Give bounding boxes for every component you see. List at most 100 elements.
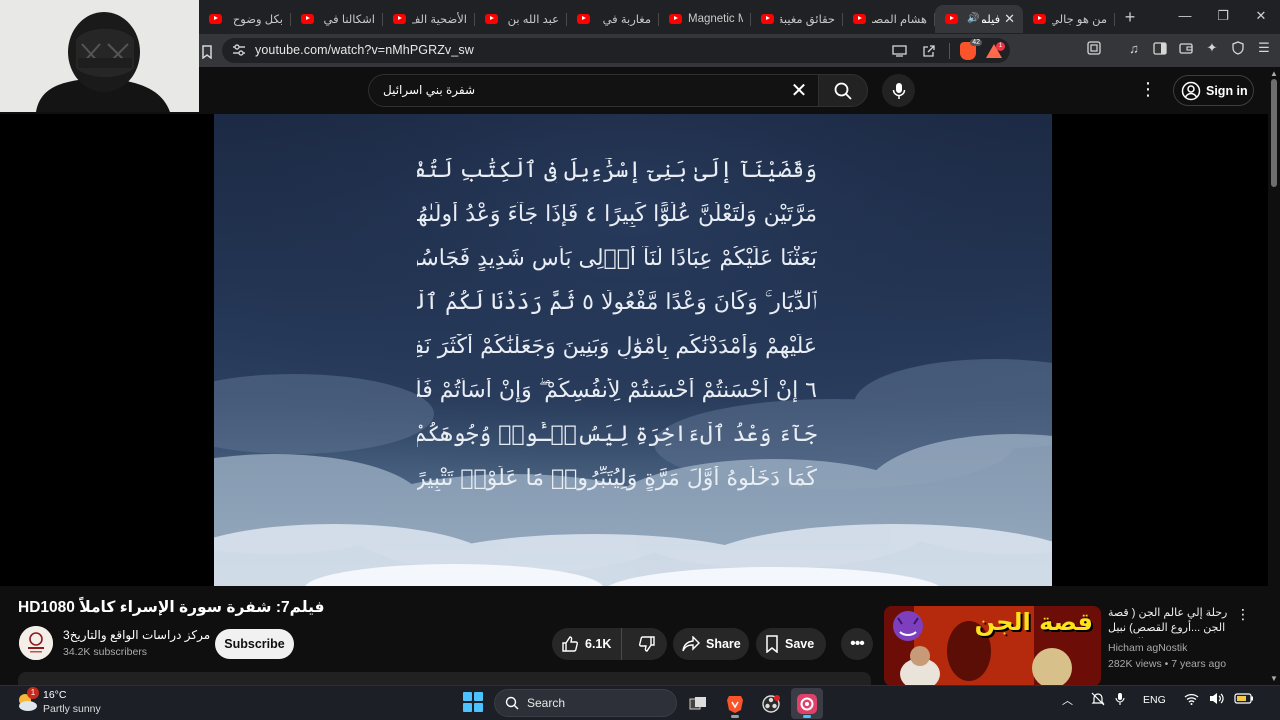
browser-tab[interactable]: هشام المصر bbox=[843, 5, 935, 33]
close-window-button[interactable]: ✕ bbox=[1242, 0, 1280, 34]
browser-tab-active[interactable]: 🔊 فيلم ✕ bbox=[935, 4, 1023, 33]
share-button[interactable]: Share bbox=[673, 628, 749, 660]
sign-in-label: Sign in bbox=[1206, 83, 1248, 98]
start-button[interactable] bbox=[463, 692, 483, 712]
clear-search-icon[interactable]: ✕ bbox=[786, 78, 812, 103]
browser-tab[interactable]: حقائق مغيبة bbox=[751, 5, 843, 33]
obs-taskbar-app[interactable] bbox=[755, 688, 787, 719]
thumbs-up-icon bbox=[562, 636, 578, 652]
weather-badge: 1 bbox=[27, 687, 39, 699]
browser-tab[interactable]: Magnetic M bbox=[659, 5, 751, 33]
microphone-icon[interactable] bbox=[1115, 692, 1125, 709]
wifi-icon[interactable] bbox=[1184, 693, 1199, 708]
description-box[interactable] bbox=[18, 672, 871, 686]
subscribe-button[interactable]: Subscribe bbox=[215, 629, 294, 659]
microphone-icon bbox=[892, 82, 905, 99]
page-scrollbar[interactable]: ▲ ▼ bbox=[1268, 67, 1280, 685]
leo-ai-icon[interactable]: ✦ bbox=[1202, 38, 1222, 58]
vpn-icon[interactable] bbox=[1228, 38, 1248, 58]
windows-logo-tile bbox=[463, 692, 472, 701]
share-label: Share bbox=[706, 637, 741, 651]
menu-icon[interactable]: ☰ bbox=[1254, 38, 1274, 58]
reader-mode-icon[interactable] bbox=[1084, 38, 1104, 58]
shield-count-badge: 42 bbox=[970, 39, 982, 46]
recommended-title[interactable]: رحلة إلي عالم الجن ( قصة الجن ...أروع ال… bbox=[1108, 606, 1232, 638]
speaker-icon[interactable]: 🔊 bbox=[967, 13, 979, 24]
search-icon bbox=[834, 82, 852, 100]
task-view-button[interactable] bbox=[682, 688, 714, 719]
cast-icon[interactable] bbox=[889, 41, 909, 61]
taskbar-search-label: Search bbox=[527, 696, 566, 710]
share-page-icon[interactable] bbox=[919, 41, 939, 61]
share-arrow-icon bbox=[682, 636, 700, 652]
browser-tab[interactable]: عبد الله بن bbox=[475, 5, 567, 33]
browser-tab[interactable]: مغاربة في bbox=[567, 5, 659, 33]
verse-line: جَآءَ وَعْدُ ٱلْءَاخِرَةِ لِيَسُۥٓـُٔوا۟… bbox=[417, 422, 817, 447]
url-text: youtube.com/watch?v=nMhPGRZv_sw bbox=[255, 43, 474, 57]
tab-title: فيلم bbox=[982, 13, 1001, 26]
brave-browser-icon bbox=[727, 695, 743, 713]
search-input[interactable]: شفرة بني اسرائيل bbox=[383, 83, 475, 97]
search-box[interactable]: شفرة بني اسرائيل ✕ bbox=[368, 74, 818, 107]
recommended-thumbnail[interactable]: قصة الجن bbox=[884, 606, 1101, 686]
youtube-favicon-icon bbox=[485, 13, 498, 24]
channel-name[interactable]: مركز دراسات الواقع والتاريخ3 bbox=[63, 628, 210, 642]
bookmark-icon[interactable] bbox=[197, 42, 217, 62]
more-actions-button[interactable]: ••• bbox=[841, 628, 873, 660]
video-player[interactable]: وَقَضَيْنَآ إِلَىٰ بَنِىٓ إِسْرَٰٓءِيلَ … bbox=[214, 114, 1052, 586]
battery-icon[interactable] bbox=[1234, 693, 1254, 707]
save-button[interactable]: Save bbox=[756, 628, 826, 660]
divider bbox=[949, 43, 950, 59]
address-bar[interactable]: youtube.com/watch?v=nMhPGRZv_sw 42 1 bbox=[222, 38, 1010, 63]
search-button[interactable] bbox=[818, 74, 868, 107]
subscriber-count: 34.2K subscribers bbox=[63, 646, 148, 658]
brave-taskbar-app[interactable] bbox=[719, 688, 751, 719]
site-settings-icon[interactable] bbox=[232, 43, 246, 57]
webcam-person-image bbox=[0, 0, 199, 112]
system-tray: ︿ ENG bbox=[1062, 691, 1280, 709]
save-label: Save bbox=[785, 637, 815, 651]
dislike-button[interactable] bbox=[628, 628, 666, 660]
browser-tab[interactable]: من هو جالي bbox=[1023, 5, 1115, 33]
video-title: HD1080 فيلم7: شفرة سورة الإسراء كاملاً bbox=[18, 599, 325, 616]
youtube-favicon-icon bbox=[301, 13, 314, 24]
browser-tab[interactable]: اشكالنا في bbox=[291, 5, 383, 33]
tab-title: الأضحية الف bbox=[412, 13, 467, 26]
scrollbar-thumb[interactable] bbox=[1271, 79, 1277, 187]
settings-menu-button[interactable]: ⋮ bbox=[1138, 79, 1158, 101]
wallet-icon[interactable] bbox=[1176, 38, 1196, 58]
verse-line: عَلَيْهِمْ وَأَمْدَدْنَٰكُم بِأَمْوَٰلٍ … bbox=[417, 334, 817, 359]
notifications-muted-icon[interactable] bbox=[1091, 692, 1105, 709]
task-view-icon bbox=[689, 696, 706, 709]
sidebar-icon[interactable] bbox=[1150, 38, 1170, 58]
close-tab-icon[interactable]: ✕ bbox=[1004, 11, 1015, 27]
windows-taskbar: 1 16°C Partly sunny Search ︿ ENG bbox=[0, 685, 1280, 720]
sign-in-button[interactable]: Sign in bbox=[1173, 75, 1254, 106]
recommended-menu-icon[interactable]: ⋮ bbox=[1236, 606, 1250, 623]
voice-search-button[interactable] bbox=[882, 74, 915, 107]
account-icon bbox=[1181, 81, 1201, 100]
active-indicator bbox=[803, 715, 811, 718]
youtube-favicon-icon bbox=[945, 13, 958, 24]
music-icon[interactable]: ♫ bbox=[1124, 38, 1144, 58]
scroll-up-arrow-icon[interactable]: ▲ bbox=[1270, 69, 1278, 78]
volume-icon[interactable] bbox=[1209, 692, 1224, 708]
brave-rewards-icon[interactable]: 1 bbox=[986, 42, 1005, 58]
maximize-button[interactable]: ❐ bbox=[1204, 0, 1242, 34]
new-tab-button[interactable]: + bbox=[1115, 7, 1145, 28]
verse-line: بَعَثْنَا عَلَيْكُمْ عِبَادًا لَّنَآ أُو… bbox=[417, 246, 817, 271]
like-button[interactable]: 6.1K bbox=[552, 628, 622, 660]
screen-recorder-taskbar-app[interactable] bbox=[791, 688, 823, 719]
tab-title: اشكالنا في bbox=[323, 13, 375, 26]
recorder-icon bbox=[797, 693, 817, 714]
recommended-channel[interactable]: Hicham agNostik bbox=[1108, 642, 1187, 654]
minimize-button[interactable]: — bbox=[1166, 0, 1204, 34]
browser-tab[interactable]: بكل وضوح bbox=[199, 5, 291, 33]
scroll-down-arrow-icon[interactable]: ▼ bbox=[1270, 674, 1278, 683]
brave-shields-icon[interactable]: 42 bbox=[960, 39, 982, 60]
browser-tab[interactable]: الأضحية الف bbox=[383, 5, 475, 33]
channel-avatar[interactable] bbox=[19, 626, 53, 660]
taskbar-search[interactable]: Search bbox=[494, 689, 677, 717]
show-hidden-icons-icon[interactable]: ︿ bbox=[1062, 692, 1073, 708]
language-indicator[interactable]: ENG bbox=[1143, 694, 1166, 706]
